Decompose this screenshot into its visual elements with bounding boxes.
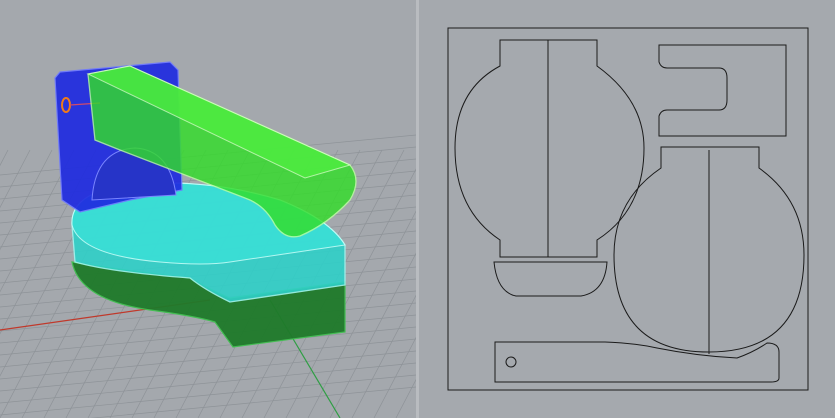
top-canvas[interactable] [419,0,835,418]
part-half-disc [493,261,608,297]
perspective-viewport[interactable] [0,0,416,418]
grid-line [89,386,416,418]
top-viewport[interactable] [419,0,835,418]
grid-line [0,374,416,416]
part-round-left [454,39,645,258]
part-arm-strip [494,341,780,383]
grid-line [395,378,416,418]
grid-line [373,336,416,418]
grid-line [0,326,416,368]
hole-icon [505,356,517,368]
perspective-canvas[interactable] [0,0,416,418]
part-c-shape [658,44,787,137]
